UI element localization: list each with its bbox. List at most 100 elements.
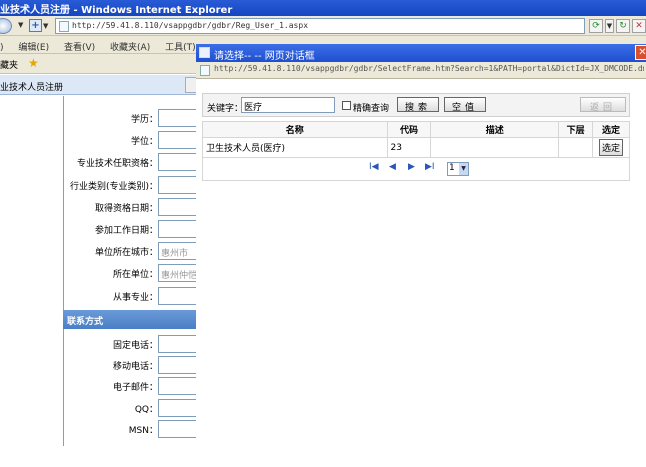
degree-input[interactable] <box>158 131 200 149</box>
column-header-code: 代码 <box>386 121 432 138</box>
field-label: 单位所在城市： <box>94 248 158 258</box>
stop-icon[interactable]: ✕ <box>632 19 646 33</box>
tab-registration[interactable]: 业技术人员注册 <box>0 80 63 93</box>
search-button[interactable]: 搜索 <box>397 97 439 113</box>
field-email: 电子邮件： <box>64 375 200 397</box>
field-city: 单位所在城市： 惠州市 <box>64 240 200 262</box>
phone-input[interactable] <box>158 335 200 353</box>
column-header-select: 选定 <box>592 121 630 138</box>
exact-search-checkbox[interactable] <box>342 101 351 110</box>
cell-lower <box>558 137 594 158</box>
compatibility-dropdown-icon[interactable]: ▼ <box>605 19 614 33</box>
chevron-down-icon: ▼ <box>459 163 468 175</box>
field-degree: 学位： <box>64 129 200 151</box>
clear-value-button[interactable]: 空值 <box>444 97 486 113</box>
unit-input[interactable]: 惠州仲恺 <box>158 264 200 282</box>
page-select[interactable]: 1 ▼ <box>447 162 469 176</box>
field-mobile: 移动电话： <box>64 354 200 376</box>
cert-date-input[interactable] <box>158 198 200 216</box>
field-label: 学位： <box>130 137 158 147</box>
search-panel: 关键字： 医疗 精确查询 搜索 空值 返回 <box>202 93 630 117</box>
cell-code: 23 <box>386 137 432 158</box>
address-toolbar: ▼ + ▼ http://59.41.8.110/vsappgdbr/gdbr/… <box>0 16 646 36</box>
msn-input[interactable] <box>158 420 200 438</box>
field-label: 取得资格日期： <box>94 204 158 214</box>
contact-section-header: 联系方式 <box>63 310 200 329</box>
keyword-input[interactable]: 医疗 <box>241 97 335 113</box>
work-date-input[interactable] <box>158 220 200 238</box>
chevron-down-icon: ▼ <box>43 22 49 30</box>
go-icon[interactable]: ⟳ <box>589 19 603 33</box>
dialog-title: 请选择-- -- 网页对话框 <box>214 51 315 62</box>
cell-desc <box>430 137 560 158</box>
field-industry: 行业类别(专业类别)： <box>64 174 200 196</box>
close-icon[interactable]: ✕ <box>635 45 646 60</box>
pager: I◀ ◀ ▶ ▶I 1 ▼ <box>202 157 630 181</box>
address-text: http://59.41.8.110/vsappgdbr/gdbr/Reg_Us… <box>72 21 309 30</box>
qq-input[interactable] <box>158 399 200 417</box>
menu-item-edit[interactable]: 编辑(E) <box>18 40 49 53</box>
first-page-icon[interactable]: I◀ <box>369 162 379 172</box>
select-button[interactable]: 选定 <box>599 139 624 156</box>
qualification-input[interactable] <box>158 153 200 171</box>
dialog-body: 关键字： 医疗 精确查询 搜索 空值 返回 名称 代码 描述 下层 选定 卫生技… <box>196 79 646 467</box>
field-label: QQ： <box>134 405 158 415</box>
menu-item-favorites[interactable]: 收藏夹(A) <box>110 40 150 53</box>
specialty-input[interactable] <box>158 287 200 305</box>
field-qualification: 专业技术任职资格： <box>64 151 200 173</box>
next-page-icon[interactable]: ▶ <box>408 162 415 172</box>
refresh-icon[interactable]: ↻ <box>616 19 630 33</box>
dialog-address-bar: http://59.41.8.110/vsappgdbr/gdbr/Select… <box>196 62 646 79</box>
field-label: MSN： <box>128 426 158 436</box>
menu-item-file-partial[interactable]: ) <box>0 43 4 53</box>
field-label: 行业类别(专业类别)： <box>69 182 158 192</box>
menu-item-view[interactable]: 查看(V) <box>64 40 95 53</box>
last-page-icon[interactable]: ▶I <box>425 162 435 172</box>
field-work-date: 参加工作日期： <box>64 218 200 240</box>
page-icon <box>200 65 210 76</box>
education-input[interactable] <box>158 109 200 127</box>
field-specialty: 从事专业： <box>64 285 200 307</box>
favorites-label[interactable]: 藏夹 <box>0 58 18 71</box>
field-label: 移动电话： <box>112 362 158 372</box>
cell-name: 卫生技术人员(医疗) <box>202 137 388 158</box>
mobile-input[interactable] <box>158 356 200 374</box>
menu-item-tools[interactable]: 工具(T) <box>165 40 196 53</box>
field-phone: 固定电话： <box>64 333 200 355</box>
dialog-title-bar: 请选择-- -- 网页对话框 ✕ <box>196 44 646 62</box>
city-input[interactable]: 惠州市 <box>158 242 200 260</box>
column-header-desc: 描述 <box>430 121 560 138</box>
tab-bar: 业技术人员注册 <box>0 75 200 95</box>
exact-search-label: 精确查询 <box>353 104 390 114</box>
address-bar[interactable]: http://59.41.8.110/vsappgdbr/gdbr/Reg_Us… <box>55 18 585 34</box>
window-title: 业技术人员注册 - Windows Internet Explorer <box>0 5 233 16</box>
return-button[interactable]: 返回 <box>580 97 626 113</box>
add-favorite-star-icon[interactable]: ★ <box>28 56 39 70</box>
field-education: 学历： <box>64 107 200 129</box>
cell-select: 选定 <box>592 137 630 158</box>
keyword-label: 关键字： <box>207 104 244 114</box>
table-row: 卫生技术人员(医疗) 23 选定 <box>202 137 630 158</box>
page-icon <box>59 21 69 32</box>
email-input[interactable] <box>158 377 200 395</box>
window-title-bar: 业技术人员注册 - Windows Internet Explorer <box>0 0 646 16</box>
field-label: 所在单位： <box>112 270 158 280</box>
recent-pages-dropdown-icon[interactable]: ▼ <box>18 21 26 37</box>
plus-icon: + <box>29 19 42 32</box>
registration-form: 学历： 学位： 专业技术任职资格： 行业类别(专业类别)： 取得资格日期： 参加… <box>0 96 200 467</box>
field-label: 参加工作日期： <box>94 226 158 236</box>
field-msn: MSN： <box>64 418 200 440</box>
new-tab-button[interactable]: + ▼ <box>29 18 49 34</box>
industry-input[interactable] <box>158 176 200 194</box>
page-select-value: 1 <box>449 163 455 173</box>
result-table: 名称 代码 描述 下层 选定 卫生技术人员(医疗) 23 选定 <box>202 121 630 158</box>
field-cert-date: 取得资格日期： <box>64 196 200 218</box>
back-button[interactable] <box>0 18 18 34</box>
field-unit: 所在单位： 惠州仲恺 <box>64 262 200 284</box>
column-header-lower: 下层 <box>558 121 594 138</box>
column-header-name: 名称 <box>202 121 388 138</box>
prev-page-icon[interactable]: ◀ <box>389 162 396 172</box>
table-header-row: 名称 代码 描述 下层 选定 <box>202 121 630 138</box>
field-label: 专业技术任职资格： <box>76 159 158 169</box>
field-qq: QQ： <box>64 397 200 419</box>
